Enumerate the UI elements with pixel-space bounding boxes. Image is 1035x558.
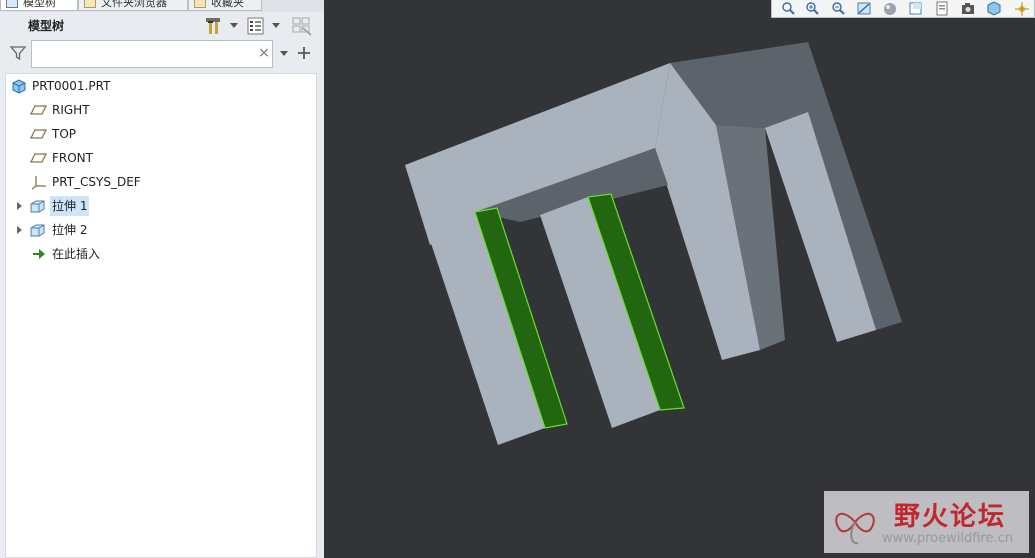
tree-item-label: 拉伸 1 <box>50 196 90 216</box>
tree-item-csys[interactable]: PRT_CSYS_DEF <box>6 172 306 192</box>
favorites-icon <box>194 0 206 8</box>
navigator-tabs: 模型树 文件夹浏览器 收藏夹 <box>0 0 324 12</box>
graphics-viewport[interactable] <box>324 0 1035 558</box>
datum-display-icon[interactable] <box>1014 1 1030 16</box>
part-icon <box>12 79 26 94</box>
filter-icon[interactable] <box>9 44 27 62</box>
tab-label: 模型树 <box>23 0 56 9</box>
tab-folder-browser[interactable]: 文件夹浏览器 <box>78 0 188 11</box>
expand-arrow-icon[interactable] <box>17 202 22 210</box>
columns-grid-icon[interactable] <box>291 15 313 37</box>
perspective-view-icon[interactable] <box>986 1 1002 16</box>
part-model[interactable] <box>324 0 1035 558</box>
watermark-title: 野火论坛 <box>894 502 1007 532</box>
folder-icon <box>84 0 96 8</box>
view-manager-icon[interactable] <box>934 1 950 16</box>
repaint-icon[interactable] <box>856 1 872 16</box>
tree-item-label: TOP <box>52 127 77 141</box>
tree-toolbar: 模型树 <box>0 12 324 39</box>
watermark-url: www.proewildfire.cn <box>882 531 1013 546</box>
chevron-down-icon[interactable] <box>230 23 238 28</box>
graphics-toolbar <box>771 0 1035 18</box>
tab-favorites[interactable]: 收藏夹 <box>188 0 262 11</box>
model-tree-panel: 模型树 文件夹浏览器 收藏夹 模型树 × PRT0001.PRT RIGHT T… <box>0 0 324 558</box>
refit-icon[interactable] <box>780 1 796 16</box>
extrude-icon <box>30 200 45 213</box>
datum-plane-icon <box>30 105 48 115</box>
chevron-down-icon[interactable] <box>280 51 288 56</box>
tab-label: 收藏夹 <box>211 0 244 9</box>
clear-search-icon[interactable]: × <box>256 44 272 62</box>
tab-model-tree[interactable]: 模型树 <box>0 0 78 11</box>
tree-filter-row: × <box>0 39 324 71</box>
tree-item-label: PRT_CSYS_DEF <box>52 175 141 189</box>
tree-settings-tools-icon[interactable] <box>203 15 225 37</box>
show-options-icon[interactable] <box>245 15 267 37</box>
tree-item-label: RIGHT <box>52 103 90 117</box>
insert-here-arrow-icon <box>33 249 45 259</box>
forum-watermark: 野火论坛 www.proewildfire.cn <box>824 491 1029 553</box>
tree-item-top[interactable]: TOP <box>6 124 306 144</box>
tree-item-label: FRONT <box>52 151 93 165</box>
model-tree-tab-icon <box>6 0 18 8</box>
tree-item-front[interactable]: FRONT <box>6 148 306 168</box>
tree-item-label: PRT0001.PRT <box>32 79 111 93</box>
zoom-out-icon[interactable] <box>830 1 846 16</box>
expand-arrow-icon[interactable] <box>17 226 22 234</box>
zoom-in-icon[interactable] <box>804 1 820 16</box>
tab-label: 文件夹浏览器 <box>101 0 167 9</box>
datum-plane-icon <box>30 153 48 163</box>
tree-item-label: 在此插入 <box>52 247 101 261</box>
display-style-icon[interactable] <box>882 1 898 16</box>
tree-root-item[interactable]: PRT0001.PRT <box>6 76 306 96</box>
tree-item-right[interactable]: RIGHT <box>6 100 306 120</box>
tree-item-extrude-2[interactable]: 拉伸 2 <box>6 220 306 240</box>
datum-plane-icon <box>30 129 48 139</box>
tree-item-extrude-1[interactable]: 拉伸 1 <box>6 196 306 216</box>
saved-orientations-icon[interactable] <box>908 1 924 16</box>
tree-search-input[interactable] <box>31 40 273 68</box>
forum-logo-icon <box>835 512 875 545</box>
model-tree: PRT0001.PRT RIGHT TOP FRONT PRT_CSYS_DEF… <box>5 73 317 558</box>
tree-item-insert-here[interactable]: 在此插入 <box>6 244 306 264</box>
chevron-down-icon[interactable] <box>272 23 280 28</box>
extrude-icon <box>30 224 45 237</box>
tree-title: 模型树 <box>28 19 65 33</box>
camera-icon[interactable] <box>960 1 976 16</box>
coordinate-system-icon <box>31 176 46 190</box>
tree-item-label: 拉伸 2 <box>52 223 88 237</box>
add-icon[interactable] <box>297 46 311 60</box>
